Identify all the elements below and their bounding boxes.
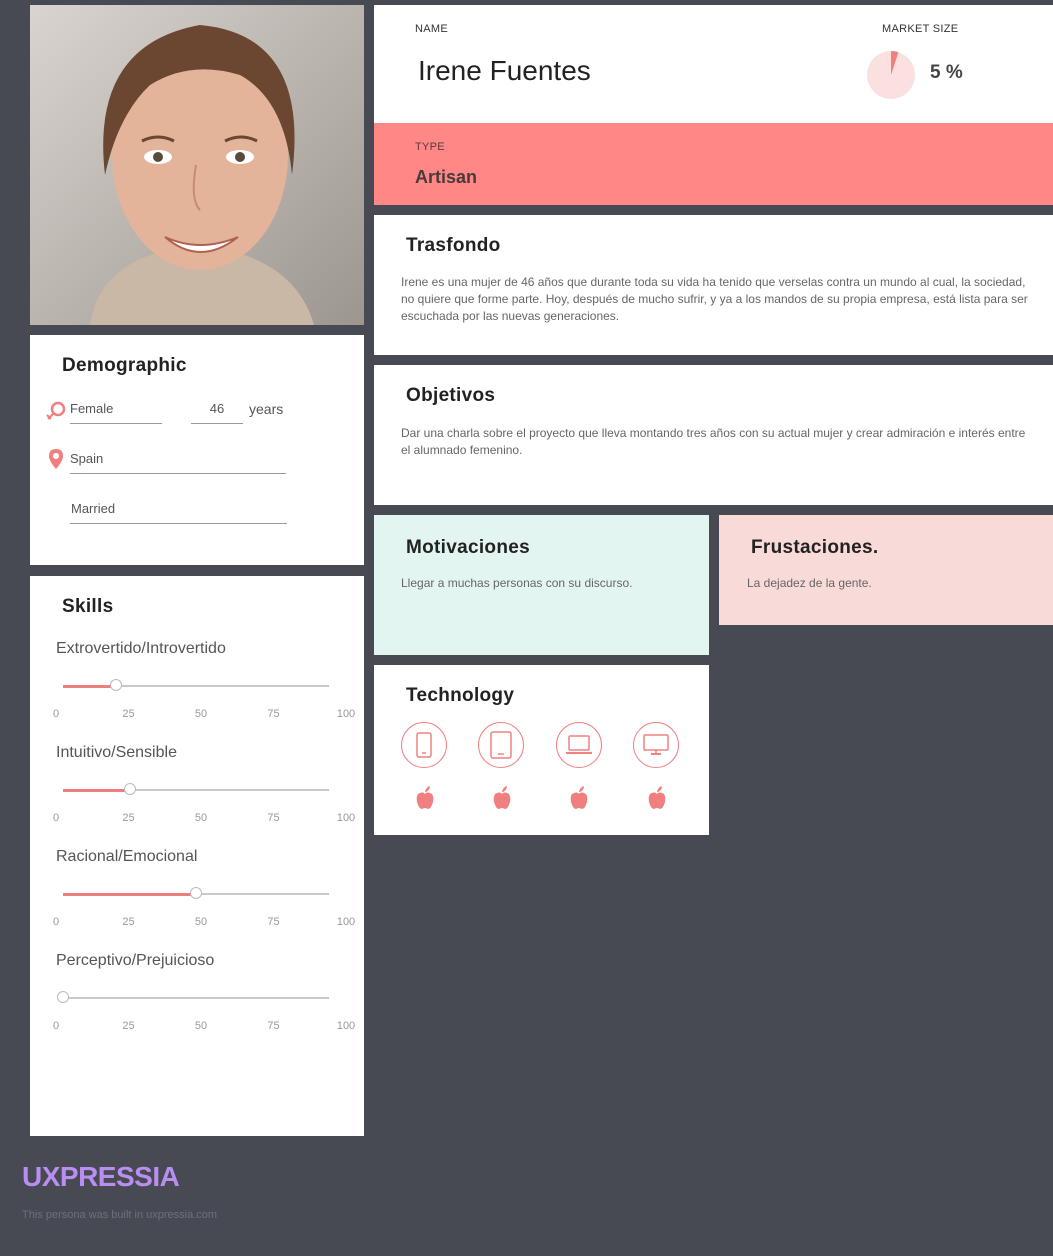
skill-scale-tick: 100	[336, 1020, 356, 1032]
skills-title: Skills	[62, 596, 114, 617]
skill-scale-tick: 25	[122, 708, 135, 720]
goals-text: Dar una charla sobre el proyecto que lle…	[401, 426, 1026, 457]
motivations-card: Motivaciones Llegar a muchas personas co…	[374, 515, 709, 655]
type-label: TYPE	[415, 141, 445, 153]
goals-card: Objetivos Dar una charla sobre el proyec…	[374, 365, 1053, 505]
market-size-label: MARKET SIZE	[882, 23, 959, 35]
phone-icon	[401, 722, 447, 768]
skill-slider-handle[interactable]	[57, 991, 69, 1003]
skill-scale-tick: 50	[194, 1020, 208, 1032]
footer-note: This persona was built in uxpressia.com	[22, 1209, 218, 1221]
female-icon	[46, 401, 66, 420]
skill-scale-tick: 25	[122, 812, 135, 824]
skill-label: Perceptivo/Prejuicioso	[56, 952, 215, 969]
status-value: Married	[71, 501, 116, 516]
skill-label: Racional/Emocional	[56, 848, 198, 865]
skill-slider-fill	[63, 893, 196, 896]
desktop-icon	[633, 722, 679, 768]
skill-slider-fill	[63, 685, 117, 688]
persona-name: Irene Fuentes	[418, 55, 591, 86]
skill-scale-tick: 75	[267, 812, 280, 824]
gender-value: Female	[70, 401, 114, 416]
skill-scale-tick: 100	[336, 812, 356, 824]
laptop-icon	[556, 722, 602, 768]
skill-scale-tick: 75	[267, 916, 280, 928]
skill-slider-handle[interactable]	[110, 679, 123, 691]
skill-scale-tick: 50	[194, 916, 208, 928]
apple-icon	[570, 786, 588, 809]
skill-scale-tick: 0	[52, 812, 60, 824]
age-unit: years	[249, 401, 284, 417]
age-field: 46	[191, 401, 243, 424]
skill-scale-tick: 25	[122, 1020, 135, 1032]
frustrations-title: Frustaciones.	[751, 537, 879, 558]
skill-label: Intuitivo/Sensible	[56, 744, 177, 761]
motivations-title: Motivaciones	[406, 537, 530, 558]
background-card: Trasfondo Irene es una mujer de 46 años …	[374, 215, 1053, 355]
apple-icon	[648, 786, 666, 809]
motivations-text: Llegar a muchas personas con su discurso…	[401, 576, 633, 590]
name-label: NAME	[415, 23, 448, 35]
skill-slider[interactable]	[63, 887, 329, 899]
frustrations-card: Frustaciones. La dejadez de la gente.	[719, 515, 1053, 625]
skill-scale-tick: 0	[52, 1020, 60, 1032]
background-title: Trasfondo	[406, 235, 501, 256]
skill-slider-handle[interactable]	[123, 783, 136, 795]
technology-title: Technology	[406, 685, 515, 706]
skill-scale-tick: 50	[194, 812, 208, 824]
skill-label: Extrovertido/Introvertido	[56, 640, 226, 657]
location-pin-icon	[49, 449, 63, 469]
frustrations-text: La dejadez de la gente.	[747, 576, 872, 590]
gender-field: Female	[70, 401, 162, 424]
skill-slider[interactable]	[57, 991, 329, 1003]
background-text: Irene es una mujer de 46 años que durant…	[401, 275, 1028, 323]
apple-icon	[493, 786, 511, 809]
persona-photo	[30, 5, 364, 325]
skill-scale-tick: 100	[336, 916, 356, 928]
name-card: NAME Irene Fuentes MARKET SIZE 5 %	[374, 5, 1053, 123]
age-value: 46	[209, 401, 225, 416]
market-size-value: 5 %	[930, 62, 963, 83]
goals-title: Objetivos	[406, 385, 496, 406]
demographic-title: Demographic	[62, 355, 187, 376]
skill-scale-tick: 25	[122, 916, 135, 928]
skill-scale-tick: 75	[267, 1020, 280, 1032]
skill-slider-handle[interactable]	[190, 887, 202, 899]
status-field: Married	[70, 501, 287, 524]
skill-scale-tick: 75	[267, 708, 280, 720]
tablet-icon	[478, 722, 524, 768]
skill-scale-tick: 0	[52, 916, 60, 928]
skill-slider[interactable]	[63, 783, 329, 795]
brand-logo: UXPRESSIA	[22, 1161, 180, 1192]
type-value: Artisan	[415, 167, 478, 187]
skills-card: Skills Extrovertido/Introvertido 0 25 50 75 1…	[30, 576, 364, 1136]
demographic-card: Demographic Female 46 years Spain Marrie…	[30, 335, 364, 565]
skill-scale-tick: 0	[52, 708, 60, 720]
apple-icon	[416, 786, 434, 809]
skill-slider-fill	[63, 789, 130, 792]
skill-scale-tick: 50	[194, 708, 208, 720]
skill-slider[interactable]	[63, 679, 329, 691]
location-value: Spain	[70, 451, 104, 466]
location-field: Spain	[70, 451, 286, 474]
market-size-pie-icon	[867, 50, 915, 99]
skill-scale-tick: 100	[336, 708, 356, 720]
type-card: TYPE Artisan	[374, 123, 1053, 205]
